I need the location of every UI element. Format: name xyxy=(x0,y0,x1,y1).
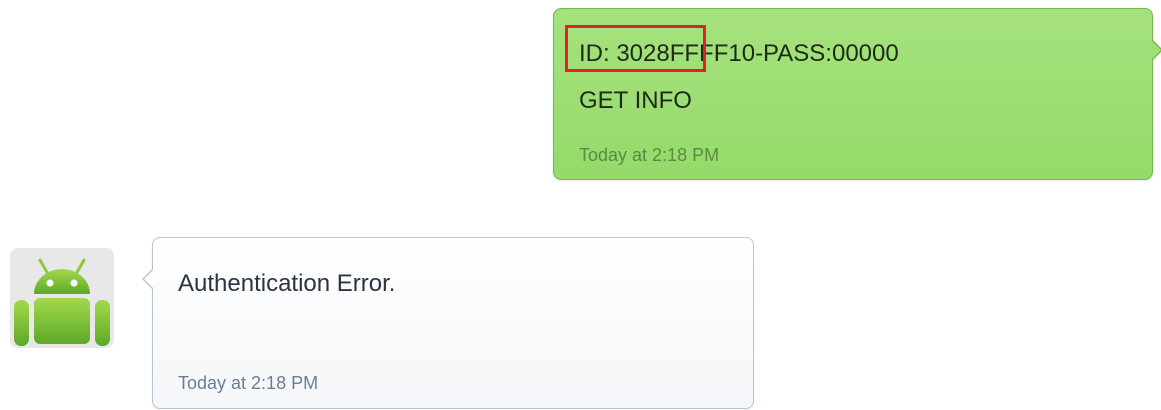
highlight-annotation xyxy=(565,25,706,72)
bubble-tail xyxy=(142,268,154,290)
android-icon xyxy=(14,258,110,346)
incoming-message-bubble[interactable]: Authentication Error. Today at 2:18 PM xyxy=(142,237,754,409)
outgoing-message-bubble[interactable]: ID: 3028FFFF10-PASS:00000 GET INFO Today… xyxy=(553,8,1161,180)
message-timestamp: Today at 2:18 PM xyxy=(178,373,319,393)
message-text-line2: GET INFO xyxy=(579,87,692,114)
bubble-tail xyxy=(1151,39,1161,61)
message-text: Authentication Error. xyxy=(178,270,396,297)
message-timestamp: Today at 2:18 PM xyxy=(579,145,720,165)
avatar[interactable] xyxy=(10,248,114,348)
chat-thread: ID: 3028FFFF10-PASS:00000 GET INFO Today… xyxy=(0,0,1161,410)
